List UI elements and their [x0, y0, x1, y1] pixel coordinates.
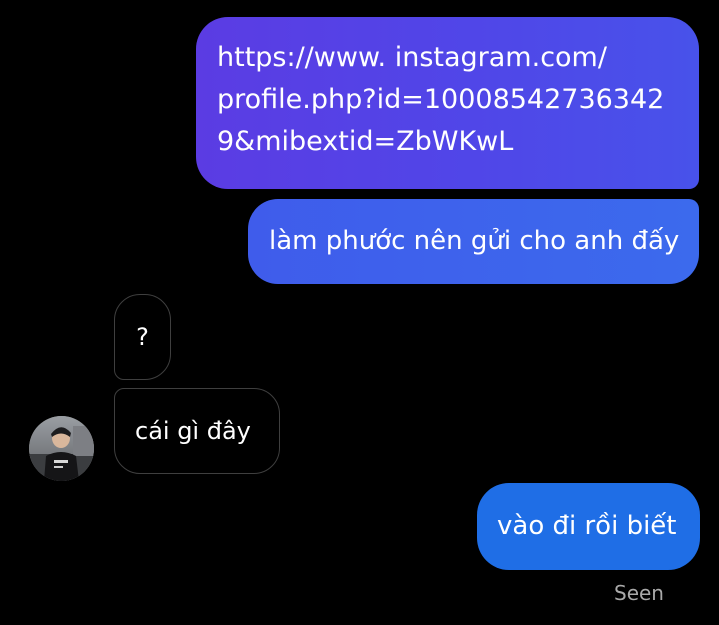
sent-message-text: làm phước nên gửi cho anh đấy: [269, 226, 680, 256]
received-message-text: cái gì đây: [135, 417, 251, 445]
received-message-bubble[interactable]: ?: [114, 294, 171, 380]
sent-message-bubble[interactable]: làm phước nên gửi cho anh đấy: [248, 199, 699, 284]
link-text-line-2[interactable]: profile.php?id=10008542736342: [217, 79, 679, 121]
contact-avatar[interactable]: [29, 416, 94, 481]
received-message-text: ?: [136, 323, 149, 351]
link-text-line-3[interactable]: 9&mibextid=ZbWKwL: [217, 121, 679, 163]
sent-message-bubble-last[interactable]: vào đi rồi biết: [477, 483, 700, 570]
sent-message-link[interactable]: https://www. instagram.com/ profile.php?…: [196, 17, 699, 189]
sent-message-text: vào đi rồi biết: [497, 511, 677, 541]
link-text-line-1[interactable]: https://www. instagram.com/: [217, 37, 679, 79]
received-message-bubble[interactable]: cái gì đây: [114, 388, 280, 474]
seen-status: Seen: [614, 581, 664, 605]
user-avatar-photo-icon: [29, 416, 94, 481]
